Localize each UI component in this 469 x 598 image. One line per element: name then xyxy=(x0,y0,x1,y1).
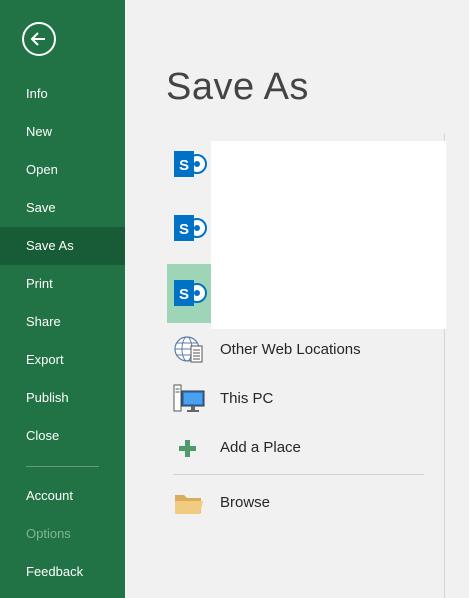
svg-text:S: S xyxy=(179,286,189,303)
sharepoint-icon: S xyxy=(174,280,207,306)
nav-publish[interactable]: Publish xyxy=(0,379,125,417)
sharepoint-icon: S xyxy=(174,151,207,177)
browse-label: Browse xyxy=(220,494,271,511)
folder-icon xyxy=(175,495,203,514)
other-web-locations[interactable]: Other Web Locations xyxy=(167,328,427,372)
computer-icon xyxy=(173,384,205,412)
nav-save-as[interactable]: Save As xyxy=(0,227,125,265)
locations-divider xyxy=(173,474,424,475)
nav-new[interactable]: New xyxy=(0,113,125,151)
nav-info[interactable]: Info xyxy=(0,75,125,113)
sharepoint-icon: S xyxy=(174,215,207,241)
svg-text:S: S xyxy=(179,157,189,174)
nav-close[interactable]: Close xyxy=(0,417,125,455)
nav-feedback[interactable]: Feedback xyxy=(0,553,125,591)
sidebar-divider xyxy=(26,466,99,467)
browse[interactable]: Browse xyxy=(167,481,427,525)
nav-print[interactable]: Print xyxy=(0,265,125,303)
nav-open[interactable]: Open xyxy=(0,151,125,189)
other-web-locations-label: Other Web Locations xyxy=(220,341,361,358)
nav-save[interactable]: Save xyxy=(0,189,125,227)
nav-account[interactable]: Account xyxy=(0,477,125,515)
svg-text:S: S xyxy=(179,221,189,238)
nav-options: Options xyxy=(26,526,71,541)
plus-icon xyxy=(179,440,196,457)
add-a-place-label: Add a Place xyxy=(220,439,301,456)
this-pc[interactable]: This PC xyxy=(167,377,427,421)
location-names-panel xyxy=(211,141,446,329)
backstage-sidebar: Info New Open Save Save As Print Share E… xyxy=(0,0,125,598)
add-a-place[interactable]: Add a Place xyxy=(167,426,427,470)
page-title: Save As xyxy=(166,66,309,108)
back-button[interactable] xyxy=(22,22,56,56)
back-arrow-icon xyxy=(30,32,45,46)
nav-share[interactable]: Share xyxy=(0,303,125,341)
this-pc-label: This PC xyxy=(220,390,274,407)
nav-export[interactable]: Export xyxy=(0,341,125,379)
globe-document-icon xyxy=(174,336,203,363)
